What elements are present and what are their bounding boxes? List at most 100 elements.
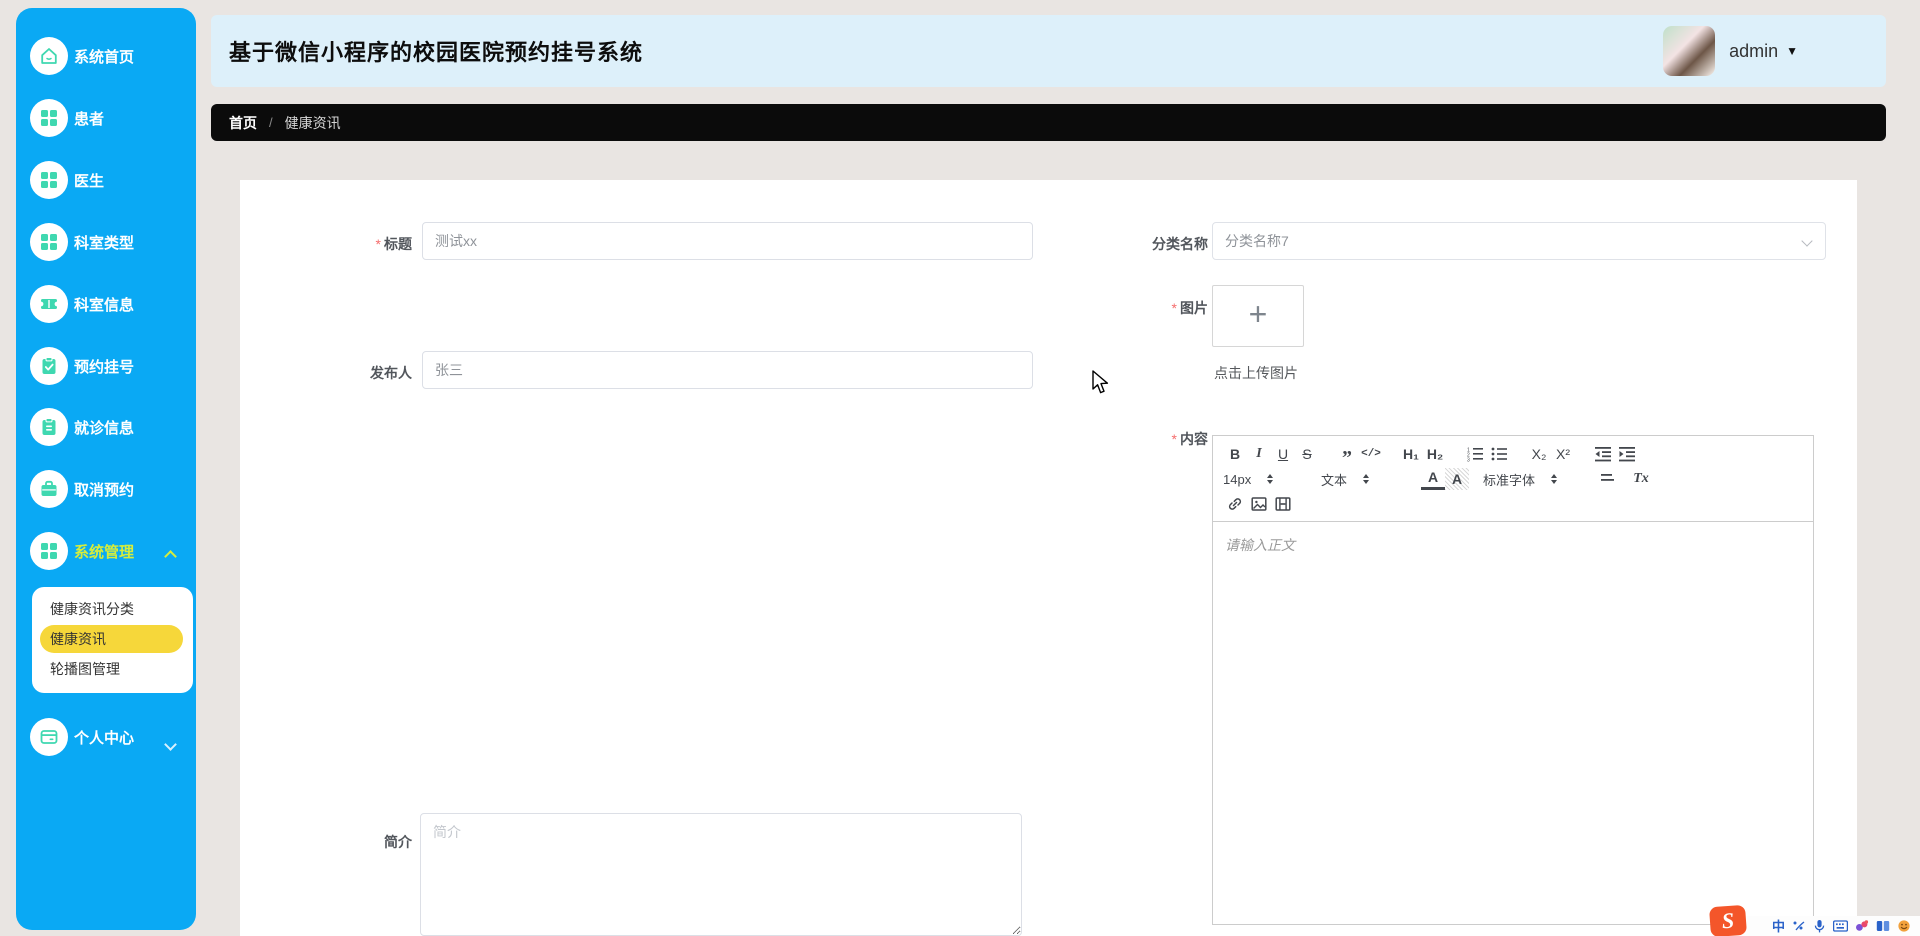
sidebar-item-label: 个人中心 bbox=[74, 729, 135, 747]
publisher-label: 发布人 bbox=[370, 365, 412, 381]
sidebar-item-personal-center[interactable]: 个人中心 bbox=[30, 718, 134, 756]
clipboard-text-icon bbox=[30, 408, 68, 446]
chevron-up-icon bbox=[164, 548, 178, 563]
keyboard-icon[interactable] bbox=[1833, 920, 1849, 932]
sidebar-item-dept-types[interactable]: 科室类型 bbox=[30, 223, 134, 261]
sidebar-item-label: 医生 bbox=[74, 172, 105, 190]
title-label: * 标题 bbox=[375, 236, 412, 252]
required-mark: * bbox=[1171, 300, 1177, 316]
sidebar-item-appointment[interactable]: 预约挂号 bbox=[30, 347, 134, 385]
editor-placeholder: 请输入正文 bbox=[1225, 537, 1295, 553]
mouse-cursor bbox=[1092, 370, 1114, 401]
skin-icon[interactable] bbox=[1855, 919, 1869, 933]
required-mark: * bbox=[1171, 431, 1177, 447]
sidebar-item-label: 取消预约 bbox=[74, 481, 135, 499]
sidebar-item-label: 就诊信息 bbox=[74, 419, 135, 437]
sidebar-submenu: 健康资讯分类 健康资讯 轮播图管理 bbox=[32, 587, 193, 693]
intro-textarea[interactable] bbox=[420, 813, 1022, 936]
superscript-button[interactable]: X² bbox=[1551, 443, 1575, 465]
heading1-button[interactable]: H₁ bbox=[1399, 443, 1423, 465]
breadcrumb-current: 健康资讯 bbox=[284, 114, 341, 131]
font-size-picker[interactable]: 14px bbox=[1223, 472, 1299, 487]
sogou-logo-icon[interactable]: S bbox=[1708, 904, 1748, 936]
sidebar-item-label: 系统首页 bbox=[74, 48, 135, 66]
sidebar-item-label: 预约挂号 bbox=[74, 358, 135, 376]
ime-toolbar: S 中 bbox=[1708, 904, 1920, 936]
underline-button[interactable]: U bbox=[1271, 443, 1295, 465]
image-upload-button[interactable]: + bbox=[1212, 285, 1304, 347]
sidebar-item-patients[interactable]: 患者 bbox=[30, 99, 104, 137]
image-icon[interactable] bbox=[1247, 493, 1271, 515]
font-family-picker[interactable]: 标准字体 bbox=[1483, 470, 1583, 489]
upload-hint: 点击上传图片 bbox=[1214, 365, 1298, 381]
bold-button[interactable]: B bbox=[1223, 443, 1247, 465]
toolbox-icon[interactable] bbox=[1876, 920, 1890, 932]
app-window: 系统首页 患者 医生 科室类型 科室信息 预约挂号 就诊信息 取消预约 系统管理… bbox=[0, 0, 1920, 936]
highlight-color-button[interactable]: A bbox=[1445, 468, 1469, 490]
indent-icon[interactable] bbox=[1615, 443, 1639, 465]
blockquote-button[interactable]: ” bbox=[1335, 443, 1359, 468]
sidebar-item-label: 科室类型 bbox=[74, 234, 135, 252]
svg-text:3: 3 bbox=[1467, 458, 1470, 463]
ticket-icon bbox=[30, 285, 68, 323]
sidebar-item-dept-info[interactable]: 科室信息 bbox=[30, 285, 134, 323]
required-mark: * bbox=[375, 236, 381, 252]
submenu-item-health-news-category[interactable]: 健康资讯分类 bbox=[32, 595, 193, 623]
publisher-input[interactable] bbox=[422, 351, 1033, 389]
italic-button[interactable]: I bbox=[1247, 443, 1271, 465]
chinese-mode-icon[interactable]: 中 bbox=[1772, 920, 1785, 933]
mic-icon[interactable] bbox=[1813, 919, 1826, 933]
sidebar-item-label: 患者 bbox=[74, 110, 105, 128]
code-button[interactable]: </> bbox=[1359, 443, 1383, 465]
subscript-button[interactable]: X₂ bbox=[1527, 443, 1551, 465]
category-select-value: 分类名称7 bbox=[1225, 233, 1289, 249]
sidebar-item-visit-info[interactable]: 就诊信息 bbox=[30, 408, 134, 446]
sidebar-item-doctors[interactable]: 医生 bbox=[30, 161, 104, 199]
text-color-button[interactable]: A bbox=[1421, 468, 1445, 490]
grid-icon bbox=[30, 161, 68, 199]
grid-icon bbox=[30, 223, 68, 261]
plus-icon: + bbox=[1248, 296, 1268, 332]
unordered-list-icon[interactable] bbox=[1487, 443, 1511, 465]
ordered-list-icon[interactable]: 123 bbox=[1463, 443, 1487, 465]
grid-icon bbox=[30, 532, 68, 570]
header: 基于微信小程序的校园医院预约挂号系统 admin ▼ bbox=[211, 15, 1886, 87]
sidebar-item-cancel-appointment[interactable]: 取消预约 bbox=[30, 470, 134, 508]
title-input[interactable] bbox=[422, 222, 1033, 260]
video-icon[interactable] bbox=[1271, 493, 1295, 515]
link-icon[interactable] bbox=[1223, 493, 1247, 515]
editor-toolbar: B I U S ” </> H₁ H₂ 123 X₂ X² 14px 文本 A … bbox=[1213, 436, 1813, 522]
strikethrough-button[interactable]: S bbox=[1295, 443, 1319, 465]
avatar[interactable] bbox=[1663, 26, 1716, 76]
home-icon bbox=[30, 37, 68, 75]
clear-format-button[interactable]: Tx bbox=[1629, 468, 1653, 490]
sidebar-item-home[interactable]: 系统首页 bbox=[30, 37, 134, 75]
stepper-arrows-icon bbox=[1551, 474, 1558, 484]
sidebar-item-system-management[interactable]: 系统管理 bbox=[30, 532, 134, 570]
submenu-item-health-news[interactable]: 健康资讯 bbox=[40, 625, 183, 653]
sidebar-item-label: 系统管理 bbox=[74, 543, 135, 561]
card-icon bbox=[30, 718, 68, 756]
submenu-item-carousel-management[interactable]: 轮播图管理 bbox=[32, 655, 193, 683]
category-select[interactable]: 分类名称7 bbox=[1212, 222, 1826, 260]
category-label: 分类名称 bbox=[1152, 236, 1208, 252]
sidebar-item-label: 科室信息 bbox=[74, 296, 135, 314]
rich-text-editor[interactable]: B I U S ” </> H₁ H₂ 123 X₂ X² 14px 文本 A … bbox=[1212, 435, 1814, 925]
content-label: * 内容 bbox=[1171, 431, 1208, 447]
stepper-arrows-icon bbox=[1363, 474, 1370, 484]
heading2-button[interactable]: H₂ bbox=[1423, 443, 1447, 465]
text-style-picker[interactable]: 文本 bbox=[1321, 470, 1407, 489]
handwriting-icon[interactable] bbox=[1792, 919, 1806, 933]
user-menu[interactable]: admin ▼ bbox=[1663, 25, 1798, 77]
image-label: * 图片 bbox=[1171, 300, 1208, 316]
emoji-icon[interactable] bbox=[1897, 919, 1911, 933]
breadcrumb-home-link[interactable]: 首页 bbox=[229, 113, 257, 133]
line-height-icon[interactable] bbox=[1595, 468, 1619, 490]
clipboard-check-icon bbox=[30, 347, 68, 385]
outdent-icon[interactable] bbox=[1591, 443, 1615, 465]
editor-content-area[interactable]: 请输入正文 bbox=[1213, 522, 1813, 924]
grid-icon bbox=[30, 99, 68, 137]
username: admin bbox=[1729, 40, 1779, 61]
chevron-down-icon bbox=[164, 736, 178, 751]
breadcrumb-separator: / bbox=[269, 115, 273, 130]
